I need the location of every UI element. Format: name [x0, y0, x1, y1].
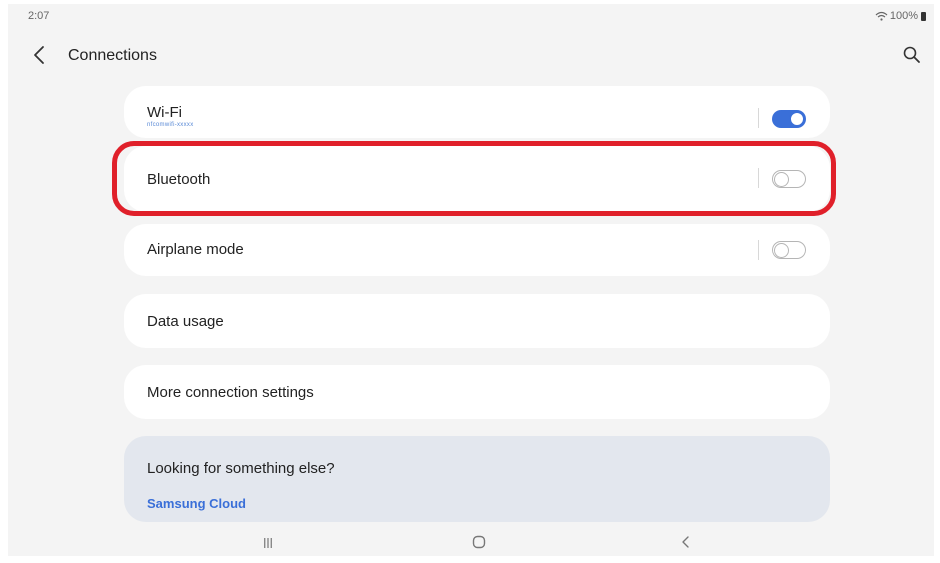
- status-icons: 100%: [875, 10, 926, 22]
- wifi-network-name: nfcomwifi-xxxxx: [147, 122, 194, 128]
- navigation-bar: [8, 530, 934, 556]
- suggestion-title: Looking for something else?: [147, 460, 335, 477]
- row-divider: [758, 240, 759, 260]
- app-header: Connections: [28, 40, 922, 72]
- wifi-icon: [875, 11, 888, 21]
- back-icon[interactable]: [679, 535, 693, 549]
- more-connection-settings-label: More connection settings: [147, 384, 314, 401]
- bluetooth-label: Bluetooth: [147, 171, 211, 188]
- toggle-knob: [789, 111, 805, 127]
- bluetooth-toggle[interactable]: [772, 170, 806, 188]
- suggestion-card: Looking for something else? Samsung Clou…: [124, 436, 830, 522]
- wifi-setting-row[interactable]: Wi-Fi nfcomwifi-xxxxx: [124, 86, 830, 138]
- wifi-label: Wi-Fi: [147, 104, 182, 121]
- toggle-knob: [774, 243, 789, 258]
- data-usage-label: Data usage: [147, 313, 224, 330]
- airplane-mode-label: Airplane mode: [147, 241, 244, 258]
- samsung-cloud-link[interactable]: Samsung Cloud: [147, 496, 246, 511]
- data-usage-setting-row[interactable]: Data usage: [124, 294, 830, 348]
- search-icon[interactable]: [902, 45, 922, 65]
- airplane-mode-setting-row[interactable]: Airplane mode: [124, 224, 830, 276]
- bluetooth-setting-row[interactable]: Bluetooth: [124, 146, 830, 212]
- row-divider: [758, 168, 759, 188]
- page-title: Connections: [68, 47, 157, 64]
- row-divider: [758, 108, 759, 128]
- wifi-toggle[interactable]: [772, 110, 806, 128]
- airplane-mode-toggle[interactable]: [772, 241, 806, 259]
- recent-apps-icon[interactable]: [261, 536, 275, 548]
- phone-screen: 2:07 100% Connections Wi-Fi nfcomwifi-xx…: [8, 4, 934, 556]
- home-icon[interactable]: [472, 535, 486, 549]
- status-time: 2:07: [28, 10, 50, 22]
- status-bar: 2:07 100%: [28, 10, 926, 24]
- toggle-knob: [774, 172, 789, 187]
- battery-icon: [921, 11, 926, 21]
- back-arrow-icon[interactable]: [30, 44, 50, 66]
- more-connection-settings-row[interactable]: More connection settings: [124, 365, 830, 419]
- battery-percent: 100%: [889, 10, 918, 22]
